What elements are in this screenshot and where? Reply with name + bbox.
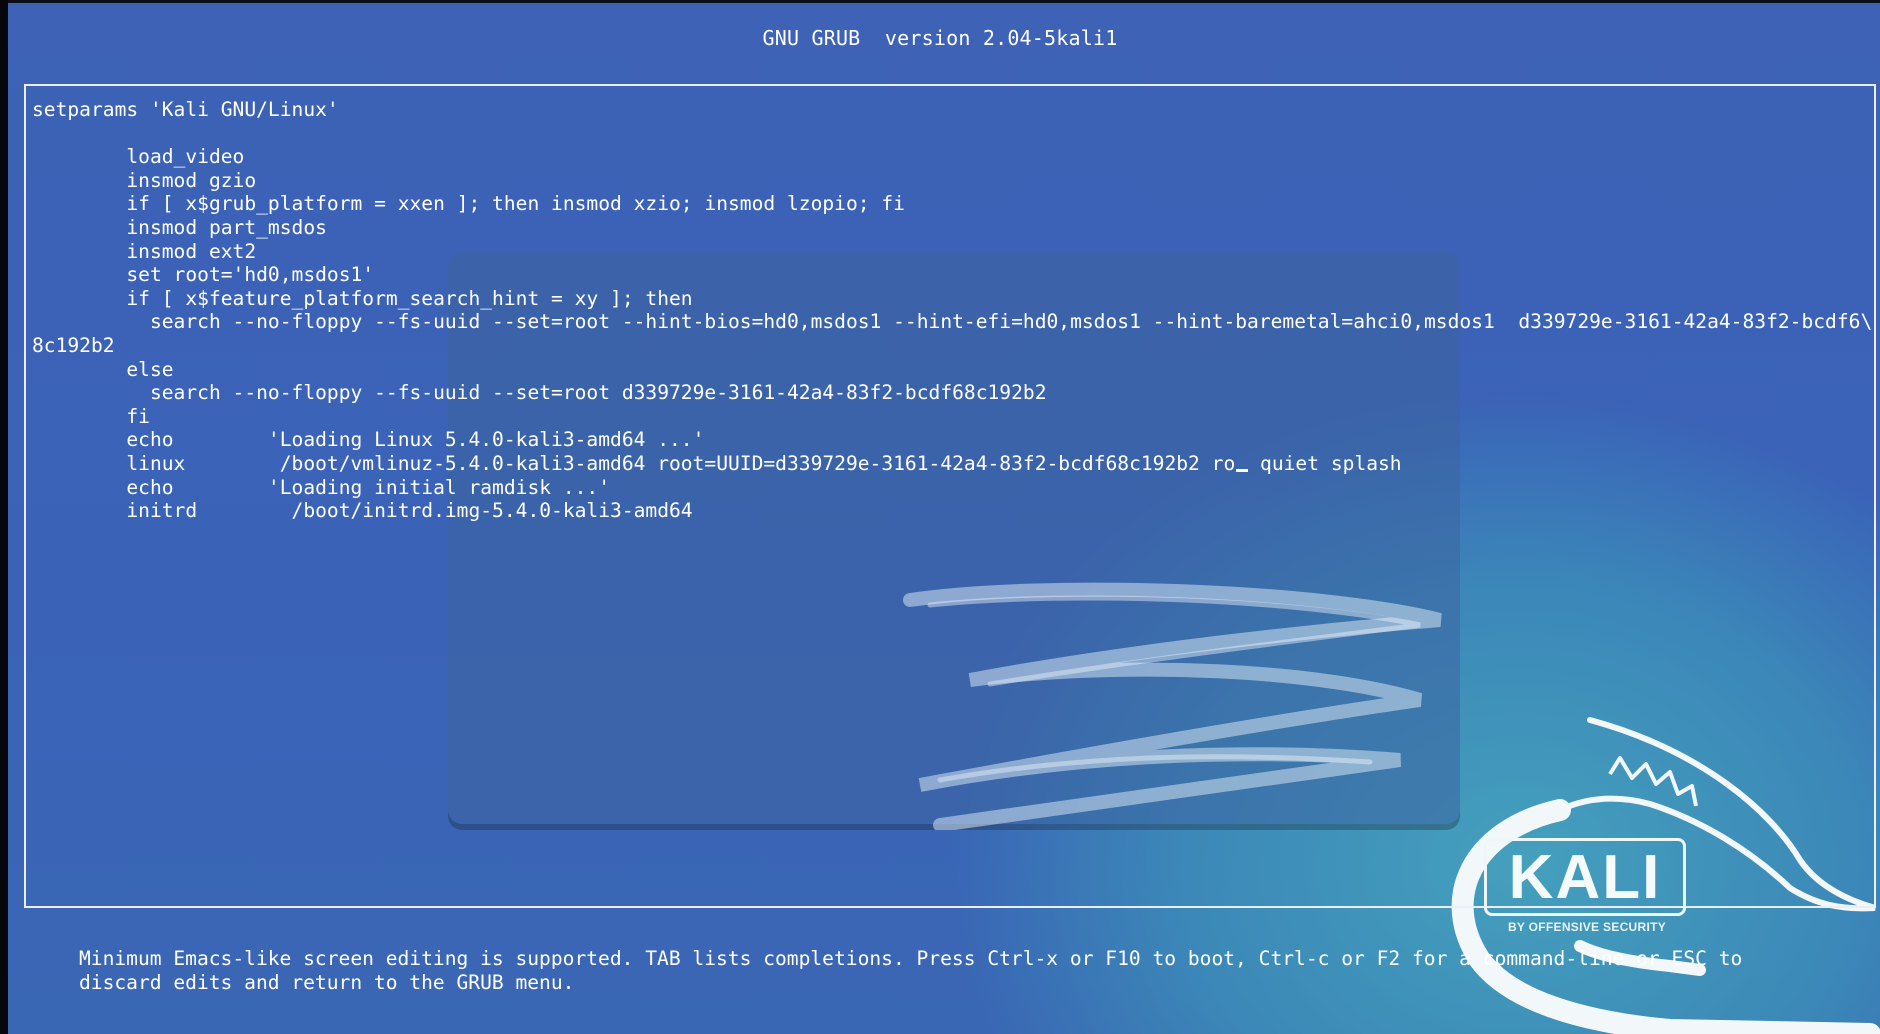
editor-line: search --no-floppy --fs-uuid --set=root …	[32, 381, 1047, 405]
editor-line: insmod gzio	[32, 168, 257, 192]
help-line-1: Minimum Emacs-like screen editing is sup…	[79, 947, 1743, 970]
editor-line: 8c192b2	[32, 333, 115, 357]
editor-line: initrd /boot/initrd.img-5.4.0-kali3-amd6…	[32, 499, 693, 523]
grub-screen: KALI BY OFFENSIVE SECURITY GNU GRUB vers…	[0, 0, 1880, 1034]
left-edge	[0, 0, 8, 1034]
editor-line: search --no-floppy --fs-uuid --set=root …	[32, 310, 1873, 334]
editor-line: echo 'Loading initial ramdisk ...'	[32, 475, 611, 499]
help-text: Minimum Emacs-like screen editing is sup…	[79, 947, 1742, 994]
editor-line: fi	[32, 404, 150, 428]
editor-line: setparams 'Kali GNU/Linux'	[32, 98, 339, 121]
top-edge	[0, 0, 1880, 3]
editor-line: else	[32, 357, 174, 381]
boot-entry-editor[interactable]: setparams 'Kali GNU/Linux' load_video in…	[32, 98, 1872, 523]
editor-line: load_video	[32, 145, 245, 169]
editor-line-linux: linux /boot/vmlinuz-5.4.0-kali3-amd64 ro…	[32, 451, 1236, 475]
editor-line: insmod ext2	[32, 239, 257, 263]
editor-line: if [ x$feature_platform_search_hint = xy…	[32, 286, 693, 310]
grub-version-header: GNU GRUB version 2.04-5kali1	[762, 26, 1118, 50]
editor-line: echo 'Loading Linux 5.4.0-kali3-amd64 ..…	[32, 428, 705, 452]
text-cursor	[1236, 468, 1249, 472]
help-line-2: discard edits and return to the GRUB men…	[79, 970, 575, 994]
kali-logo-subtext: BY OFFENSIVE SECURITY	[1507, 920, 1667, 934]
editor-line: set root='hd0,msdos1'	[32, 263, 375, 287]
editor-line-linux-rest: quiet splash	[1248, 451, 1402, 475]
editor-line: insmod part_msdos	[32, 215, 327, 239]
editor-line: if [ x$grub_platform = xxen ]; then insm…	[32, 192, 905, 216]
